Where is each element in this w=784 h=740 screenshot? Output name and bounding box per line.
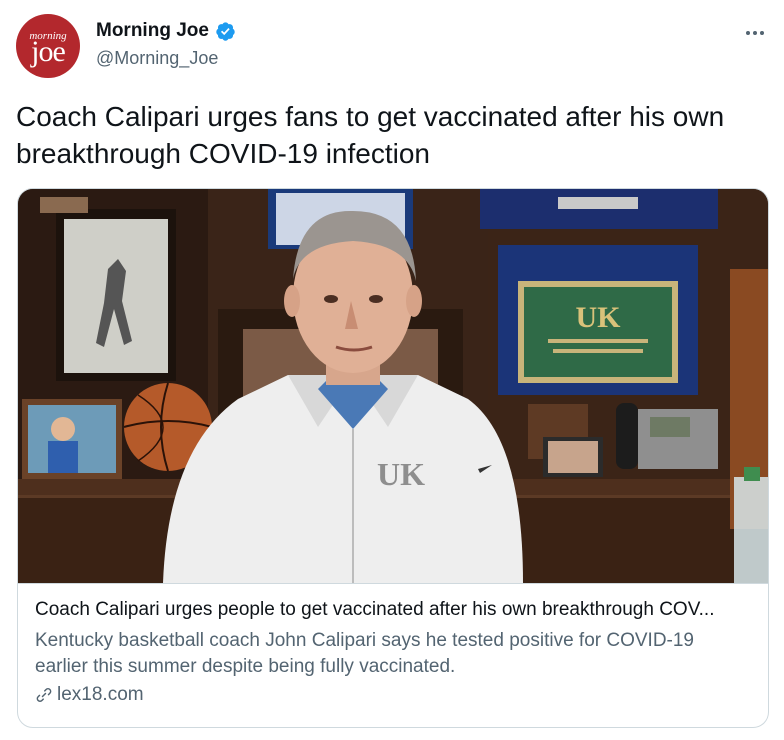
more-dots-icon (753, 31, 757, 35)
more-options-button[interactable] (738, 22, 772, 44)
more-dots-icon (760, 31, 764, 35)
link-icon (36, 688, 52, 702)
tweet: morning joe Morning Joe @Morning_Joe Coa… (0, 0, 784, 740)
shirt-logo: UK (377, 456, 425, 492)
plaque-logo: UK (576, 301, 622, 334)
user-handle[interactable]: @Morning_Joe (96, 48, 218, 69)
card-description: Kentucky basketball coach John Calipari … (35, 630, 694, 677)
card-domain-text: lex18.com (57, 684, 144, 705)
link-card[interactable]: UK UK Coach Calipari urges people to get… (17, 188, 769, 728)
avatar-text-big: joe (31, 35, 66, 68)
avatar[interactable]: morning joe (16, 14, 80, 78)
more-dots-icon (746, 31, 750, 35)
card-title: Coach Calipari urges people to get vacci… (35, 599, 715, 620)
tweet-text: Coach Calipari urges fans to get vaccina… (16, 101, 725, 169)
card-image[interactable]: UK UK (18, 189, 768, 583)
card-divider (18, 583, 768, 584)
card-domain[interactable]: lex18.com (35, 684, 144, 706)
verified-badge-icon (216, 21, 235, 41)
display-name-text: Morning Joe (96, 20, 209, 41)
display-name[interactable]: Morning Joe (96, 20, 236, 42)
